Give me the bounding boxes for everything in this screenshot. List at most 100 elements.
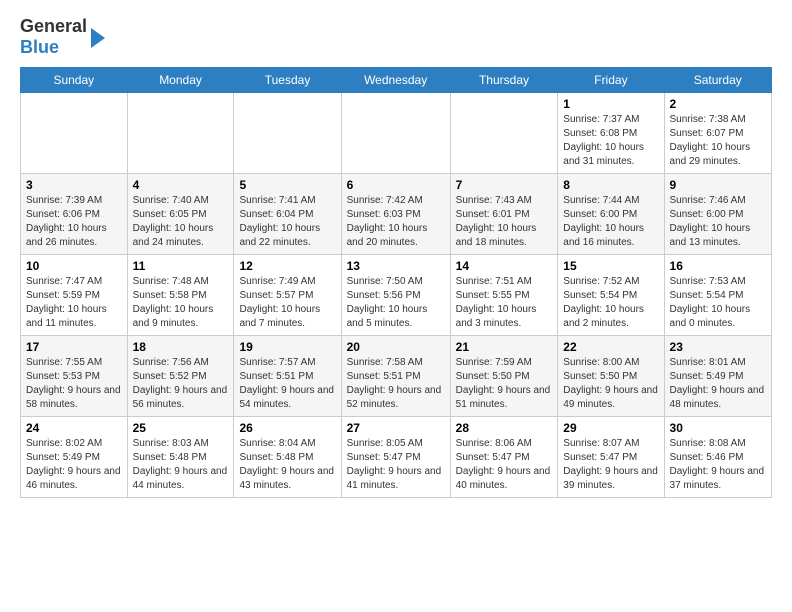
day-info: Sunrise: 8:04 AM Sunset: 5:48 PM Dayligh… <box>239 437 335 493</box>
day-number: 18 <box>133 340 229 354</box>
empty-cell <box>21 93 128 174</box>
day-number: 11 <box>133 259 229 273</box>
day-info: Sunrise: 8:08 AM Sunset: 5:46 PM Dayligh… <box>670 437 766 493</box>
day-number: 14 <box>456 259 553 273</box>
day-cell-8: 8 Sunrise: 7:44 AM Sunset: 6:00 PM Daylig… <box>558 174 664 255</box>
day-number: 9 <box>670 178 766 192</box>
day-info: Sunrise: 8:05 AM Sunset: 5:47 PM Dayligh… <box>347 437 445 493</box>
day-cell-19: 19Sunrise: 7:57 AM Sunset: 5:51 PM Dayli… <box>234 336 341 417</box>
day-cell-12: 12 Sunrise: 7:49 AM Sunset: 5:57 PM Dayli… <box>234 255 341 336</box>
day-cell-30: 30 Sunrise: 8:08 AM Sunset: 5:46 PM Dayli… <box>664 417 771 498</box>
empty-cell <box>234 93 341 174</box>
day-info: Sunrise: 7:49 AM Sunset: 5:57 PM Dayligh… <box>239 275 335 331</box>
header: General Blue <box>20 16 772 57</box>
week-row-3: 10 Sunrise: 7:47 AM Sunset: 5:59 PM Dayli… <box>21 255 772 336</box>
day-info: Sunrise: 7:38 AM Sunset: 6:07 PM Dayligh… <box>670 113 766 169</box>
day-info: Sunrise: 7:42 AM Sunset: 6:03 PM Dayligh… <box>347 194 445 250</box>
weekday-header-saturday: Saturday <box>664 68 771 93</box>
day-number: 24 <box>26 421 122 435</box>
day-info: Sunrise: 7:53 AM Sunset: 5:54 PM Dayligh… <box>670 275 766 331</box>
weekday-header-friday: Friday <box>558 68 664 93</box>
day-info: Sunrise: 7:44 AM Sunset: 6:00 PM Dayligh… <box>563 194 658 250</box>
day-cell-22: 22 Sunrise: 8:00 AM Sunset: 5:50 PM Dayli… <box>558 336 664 417</box>
day-info: Sunrise: 7:52 AM Sunset: 5:54 PM Dayligh… <box>563 275 658 331</box>
day-cell-9: 9 Sunrise: 7:46 AM Sunset: 6:00 PM Daylig… <box>664 174 771 255</box>
logo-arrow-icon <box>91 28 105 48</box>
day-number: 29 <box>563 421 658 435</box>
day-cell-4: 4 Sunrise: 7:40 AM Sunset: 6:05 PM Daylig… <box>127 174 234 255</box>
day-cell-2: 2 Sunrise: 7:38 AM Sunset: 6:07 PM Daylig… <box>664 93 771 174</box>
day-info: Sunrise: 7:39 AM Sunset: 6:06 PM Dayligh… <box>26 194 122 250</box>
day-info: Sunrise: 7:41 AM Sunset: 6:04 PM Dayligh… <box>239 194 335 250</box>
day-cell-15: 15Sunrise: 7:52 AM Sunset: 5:54 PM Dayli… <box>558 255 664 336</box>
day-cell-1: 1Sunrise: 7:37 AM Sunset: 6:08 PM Daylig… <box>558 93 664 174</box>
day-info: Sunrise: 7:40 AM Sunset: 6:05 PM Dayligh… <box>133 194 229 250</box>
logo-text: General Blue <box>20 16 87 57</box>
day-number: 23 <box>670 340 766 354</box>
day-number: 22 <box>563 340 658 354</box>
day-info: Sunrise: 8:03 AM Sunset: 5:48 PM Dayligh… <box>133 437 229 493</box>
day-cell-3: 3 Sunrise: 7:39 AM Sunset: 6:06 PM Daylig… <box>21 174 128 255</box>
day-number: 13 <box>347 259 445 273</box>
day-cell-27: 27 Sunrise: 8:05 AM Sunset: 5:47 PM Dayli… <box>341 417 450 498</box>
day-cell-7: 7 Sunrise: 7:43 AM Sunset: 6:01 PM Daylig… <box>450 174 558 255</box>
day-info: Sunrise: 7:57 AM Sunset: 5:51 PM Dayligh… <box>239 356 335 412</box>
empty-cell <box>341 93 450 174</box>
day-number: 8 <box>563 178 658 192</box>
day-cell-17: 17 Sunrise: 7:55 AM Sunset: 5:53 PM Dayli… <box>21 336 128 417</box>
day-info: Sunrise: 7:55 AM Sunset: 5:53 PM Dayligh… <box>26 356 122 412</box>
day-info: Sunrise: 7:37 AM Sunset: 6:08 PM Dayligh… <box>563 113 658 169</box>
day-info: Sunrise: 8:06 AM Sunset: 5:47 PM Dayligh… <box>456 437 553 493</box>
week-row-4: 17 Sunrise: 7:55 AM Sunset: 5:53 PM Dayli… <box>21 336 772 417</box>
weekday-header-tuesday: Tuesday <box>234 68 341 93</box>
day-cell-16: 16 Sunrise: 7:53 AM Sunset: 5:54 PM Dayli… <box>664 255 771 336</box>
day-info: Sunrise: 7:56 AM Sunset: 5:52 PM Dayligh… <box>133 356 229 412</box>
day-info: Sunrise: 8:01 AM Sunset: 5:49 PM Dayligh… <box>670 356 766 412</box>
day-number: 2 <box>670 97 766 111</box>
day-number: 5 <box>239 178 335 192</box>
day-number: 27 <box>347 421 445 435</box>
day-info: Sunrise: 7:43 AM Sunset: 6:01 PM Dayligh… <box>456 194 553 250</box>
day-cell-21: 21Sunrise: 7:59 AM Sunset: 5:50 PM Dayli… <box>450 336 558 417</box>
day-number: 6 <box>347 178 445 192</box>
day-number: 28 <box>456 421 553 435</box>
day-number: 10 <box>26 259 122 273</box>
empty-cell <box>127 93 234 174</box>
weekday-header-wednesday: Wednesday <box>341 68 450 93</box>
week-row-5: 24Sunrise: 8:02 AM Sunset: 5:49 PM Dayli… <box>21 417 772 498</box>
day-cell-26: 26Sunrise: 8:04 AM Sunset: 5:48 PM Dayli… <box>234 417 341 498</box>
day-cell-10: 10 Sunrise: 7:47 AM Sunset: 5:59 PM Dayli… <box>21 255 128 336</box>
week-row-2: 3 Sunrise: 7:39 AM Sunset: 6:06 PM Daylig… <box>21 174 772 255</box>
day-cell-14: 14 Sunrise: 7:51 AM Sunset: 5:55 PM Dayli… <box>450 255 558 336</box>
day-cell-11: 11 Sunrise: 7:48 AM Sunset: 5:58 PM Dayli… <box>127 255 234 336</box>
day-number: 3 <box>26 178 122 192</box>
logo-text-block: General Blue <box>20 16 105 57</box>
day-info: Sunrise: 8:00 AM Sunset: 5:50 PM Dayligh… <box>563 356 658 412</box>
day-number: 16 <box>670 259 766 273</box>
weekday-header-sunday: Sunday <box>21 68 128 93</box>
weekday-header-monday: Monday <box>127 68 234 93</box>
day-number: 7 <box>456 178 553 192</box>
page: General Blue SundayMondayTuesdayWednesda… <box>0 0 792 514</box>
day-number: 17 <box>26 340 122 354</box>
day-cell-23: 23 Sunrise: 8:01 AM Sunset: 5:49 PM Dayli… <box>664 336 771 417</box>
day-info: Sunrise: 7:59 AM Sunset: 5:50 PM Dayligh… <box>456 356 553 412</box>
day-cell-25: 25 Sunrise: 8:03 AM Sunset: 5:48 PM Dayli… <box>127 417 234 498</box>
day-info: Sunrise: 7:46 AM Sunset: 6:00 PM Dayligh… <box>670 194 766 250</box>
weekday-header-thursday: Thursday <box>450 68 558 93</box>
day-cell-20: 20Sunrise: 7:58 AM Sunset: 5:51 PM Dayli… <box>341 336 450 417</box>
day-cell-5: 5 Sunrise: 7:41 AM Sunset: 6:04 PM Daylig… <box>234 174 341 255</box>
week-row-1: 1Sunrise: 7:37 AM Sunset: 6:08 PM Daylig… <box>21 93 772 174</box>
day-info: Sunrise: 7:51 AM Sunset: 5:55 PM Dayligh… <box>456 275 553 331</box>
day-cell-28: 28 Sunrise: 8:06 AM Sunset: 5:47 PM Dayli… <box>450 417 558 498</box>
logo: General Blue <box>20 16 105 57</box>
day-info: Sunrise: 7:48 AM Sunset: 5:58 PM Dayligh… <box>133 275 229 331</box>
day-number: 4 <box>133 178 229 192</box>
day-info: Sunrise: 7:50 AM Sunset: 5:56 PM Dayligh… <box>347 275 445 331</box>
calendar: SundayMondayTuesdayWednesdayThursdayFrid… <box>20 67 772 498</box>
day-info: Sunrise: 7:47 AM Sunset: 5:59 PM Dayligh… <box>26 275 122 331</box>
day-number: 12 <box>239 259 335 273</box>
day-number: 30 <box>670 421 766 435</box>
day-number: 25 <box>133 421 229 435</box>
day-info: Sunrise: 8:07 AM Sunset: 5:47 PM Dayligh… <box>563 437 658 493</box>
